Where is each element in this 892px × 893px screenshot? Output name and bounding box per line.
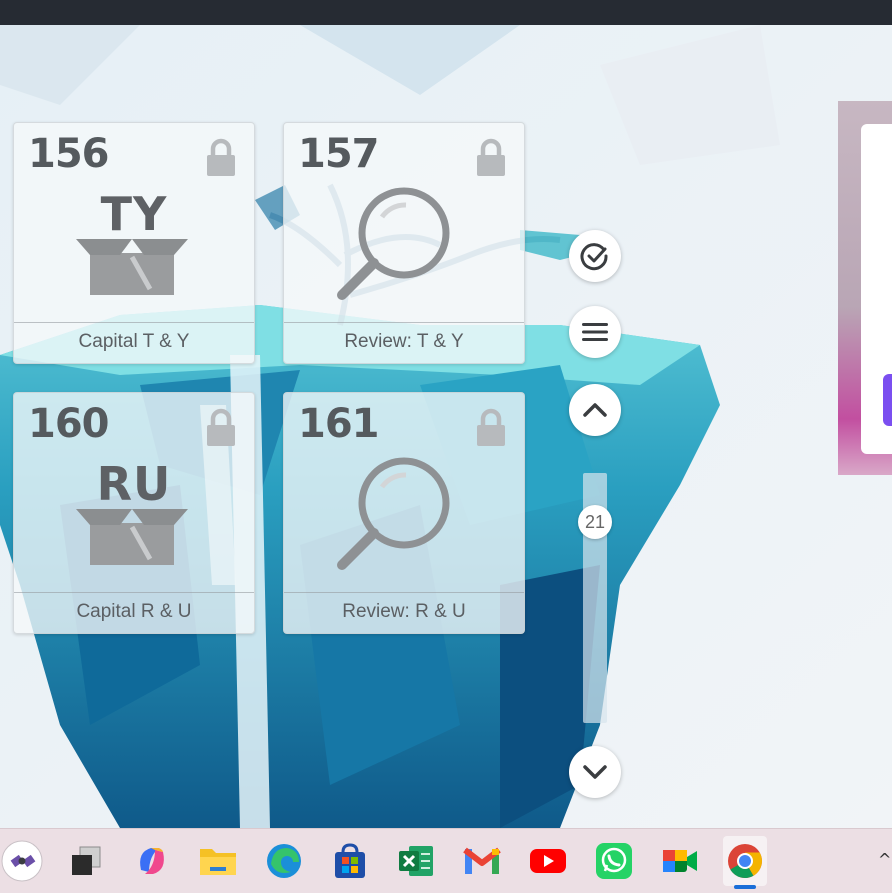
lock-icon <box>207 408 235 446</box>
tray-overflow-button[interactable]: ^ <box>878 850 892 874</box>
lesson-number: 157 <box>298 131 379 177</box>
edge-browser-icon[interactable] <box>262 836 306 886</box>
side-panel-button[interactable] <box>883 374 892 426</box>
lesson-card-156[interactable]: 156 TY Capital T & Y <box>13 122 255 364</box>
lesson-letters: TY <box>100 187 168 241</box>
excel-icon[interactable] <box>394 836 438 886</box>
satellite-app-icon[interactable] <box>0 836 44 886</box>
chevron-down-icon <box>583 765 607 779</box>
lesson-number: 156 <box>28 131 109 177</box>
lesson-title: Capital T & Y <box>14 322 254 363</box>
lock-icon <box>477 138 505 176</box>
magnifying-glass-icon <box>337 187 450 300</box>
whatsapp-icon[interactable] <box>592 836 636 886</box>
magnifying-glass-icon <box>337 457 450 570</box>
open-box-icon <box>76 509 188 565</box>
lock-icon <box>207 138 235 176</box>
check-circle-icon <box>580 243 608 271</box>
lesson-number: 161 <box>298 401 379 447</box>
task-view-icon[interactable] <box>64 836 108 886</box>
microsoft-store-icon[interactable] <box>328 836 372 886</box>
lesson-title: Review: T & Y <box>284 322 524 363</box>
lesson-card-157[interactable]: 157 Review: T & Y <box>283 122 525 364</box>
check-button[interactable] <box>569 230 621 282</box>
lesson-title: Capital R & U <box>14 592 254 633</box>
youtube-icon[interactable] <box>526 836 570 886</box>
lesson-card-161[interactable]: 161 Review: R & U <box>283 392 525 634</box>
scroll-up-button[interactable] <box>569 384 621 436</box>
chevron-up-icon <box>583 403 607 417</box>
google-meet-icon[interactable] <box>658 836 702 886</box>
lesson-number: 160 <box>28 401 109 447</box>
window-top-bar <box>0 0 892 25</box>
lesson-letters: RU <box>96 457 172 511</box>
hamburger-menu-icon <box>582 323 608 341</box>
copilot-icon[interactable] <box>130 836 174 886</box>
lesson-card-160[interactable]: 160 RU Capital R & U <box>13 392 255 634</box>
chrome-icon[interactable] <box>723 836 767 886</box>
gmail-icon[interactable] <box>460 836 504 886</box>
file-explorer-icon[interactable] <box>196 836 240 886</box>
lesson-title: Review: R & U <box>284 592 524 633</box>
menu-button[interactable] <box>569 306 621 358</box>
scroll-thumb[interactable]: 21 <box>578 505 612 539</box>
scroll-down-button[interactable] <box>569 746 621 798</box>
active-app-indicator <box>734 885 756 889</box>
open-box-icon <box>76 239 188 295</box>
lock-icon <box>477 408 505 446</box>
